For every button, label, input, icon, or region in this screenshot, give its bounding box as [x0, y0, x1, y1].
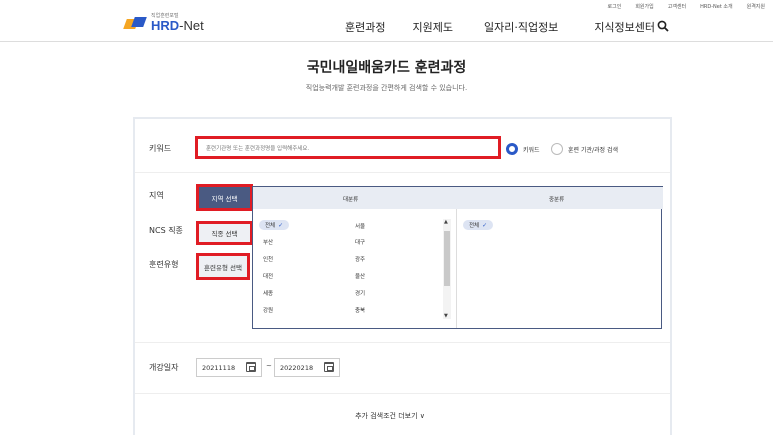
region-picker: 대분류 중분류 전체 ✓ 부산 인천 대전 세종 강원 서울 대구 광주 울산 … — [252, 186, 663, 329]
divider — [135, 342, 670, 343]
picker-header: 대분류 중분류 — [253, 186, 663, 209]
search-icon[interactable] — [657, 20, 669, 32]
divider — [135, 393, 670, 394]
region-item[interactable]: 부산 — [263, 238, 273, 246]
training-type-label: 훈련유형 — [149, 260, 179, 269]
logo[interactable]: 직업훈련포털 HRD-Net — [123, 14, 204, 33]
page-subtitle: 직업능력개발 훈련과정을 간편하게 검색할 수 있습니다. — [305, 84, 468, 92]
about-link[interactable]: HRD-Net 소개 — [700, 3, 732, 10]
divider — [135, 172, 670, 173]
signup-link[interactable]: 회원가입 — [635, 3, 653, 10]
check-icon: ✓ — [482, 221, 488, 229]
radio-org-course[interactable]: 훈련 기관/과정 검색 — [551, 143, 618, 155]
check-icon: ✓ — [278, 221, 284, 229]
scroll-down-icon[interactable]: ▼ — [444, 313, 448, 319]
region-select-button[interactable]: 지역 선택 — [196, 184, 253, 211]
calendar-icon[interactable] — [246, 362, 256, 372]
minor-all-chip[interactable]: 전체 ✓ — [463, 220, 494, 230]
end-date-value: 20220218 — [280, 363, 314, 372]
radio-keyword[interactable]: 키워드 — [506, 143, 540, 155]
major-category-header: 대분류 — [343, 197, 359, 203]
more-conditions-toggle[interactable]: 추가 검색조건 더보기 ∨ — [330, 411, 450, 421]
ncs-label: NCS 직종 — [149, 226, 183, 235]
date-range-separator: ~ — [266, 362, 272, 370]
nav-job-info[interactable]: 일자리·직업정보 — [484, 19, 558, 35]
nav-training-courses[interactable]: 훈련과정 — [345, 19, 385, 35]
start-date-value: 20211118 — [202, 363, 236, 372]
keyword-label: 키워드 — [149, 144, 172, 153]
training-type-select-button[interactable]: 훈련유형 선택 — [196, 253, 250, 280]
radio-selected-icon — [506, 143, 518, 155]
keyword-search-input[interactable]: 훈련기관명 또는 훈련과정명을 입력해주세요. — [195, 136, 501, 159]
region-label: 지역 — [149, 191, 164, 200]
region-item[interactable]: 세종 — [263, 289, 273, 297]
utility-menu: 로그인 회원가입 고객센터 HRD-Net 소개 원격지원 — [608, 3, 766, 10]
region-item[interactable]: 서울 — [355, 222, 365, 230]
region-item[interactable]: 강원 — [263, 306, 273, 314]
login-link[interactable]: 로그인 — [608, 3, 622, 10]
region-item[interactable]: 광주 — [355, 255, 365, 263]
region-item[interactable]: 충북 — [355, 306, 365, 314]
start-date-label: 개강일자 — [149, 363, 179, 372]
logo-mark-icon — [123, 15, 147, 31]
main-nav: 훈련과정 지원제도 일자리·직업정보 지식정보센터 — [345, 19, 655, 35]
region-item[interactable]: 경기 — [355, 289, 365, 297]
radio-keyword-label: 키워드 — [523, 146, 540, 154]
remote-support-link[interactable]: 원격지원 — [747, 3, 765, 10]
page-title: 국민내일배움카드 훈련과정 — [306, 60, 467, 76]
ncs-select-button[interactable]: 직종 선택 — [196, 221, 253, 245]
customer-center-link[interactable]: 고객센터 — [668, 3, 686, 10]
logo-brand-suffix: -Net — [179, 18, 204, 33]
region-item[interactable]: 대전 — [263, 272, 273, 280]
region-item[interactable]: 울산 — [355, 272, 365, 280]
minor-category-header: 중분류 — [549, 197, 565, 203]
chip-label: 전체 — [469, 223, 480, 229]
logo-brand: HRD — [151, 18, 180, 33]
radio-unselected-icon — [551, 143, 563, 155]
chip-label: 전체 — [265, 223, 276, 229]
region-item[interactable]: 대구 — [355, 238, 365, 246]
start-date-field[interactable]: 20211118 — [196, 358, 262, 377]
nav-support-system[interactable]: 지원제도 — [412, 19, 452, 35]
nav-knowledge-center[interactable]: 지식정보센터 — [594, 19, 655, 35]
scroll-thumb[interactable] — [444, 231, 450, 286]
end-date-field[interactable]: 20220218 — [274, 358, 340, 377]
picker-divider — [456, 209, 457, 328]
calendar-icon[interactable] — [324, 362, 334, 372]
picker-scrollbar[interactable]: ▲ ▼ — [443, 219, 451, 319]
scroll-up-icon[interactable]: ▲ — [444, 219, 448, 225]
radio-org-label: 훈련 기관/과정 검색 — [568, 146, 618, 154]
region-item[interactable]: 인천 — [263, 255, 273, 263]
header: 직업훈련포털 HRD-Net 훈련과정 지원제도 일자리·직업정보 지식정보센터 — [0, 14, 773, 42]
region-all-chip[interactable]: 전체 ✓ — [259, 220, 290, 230]
